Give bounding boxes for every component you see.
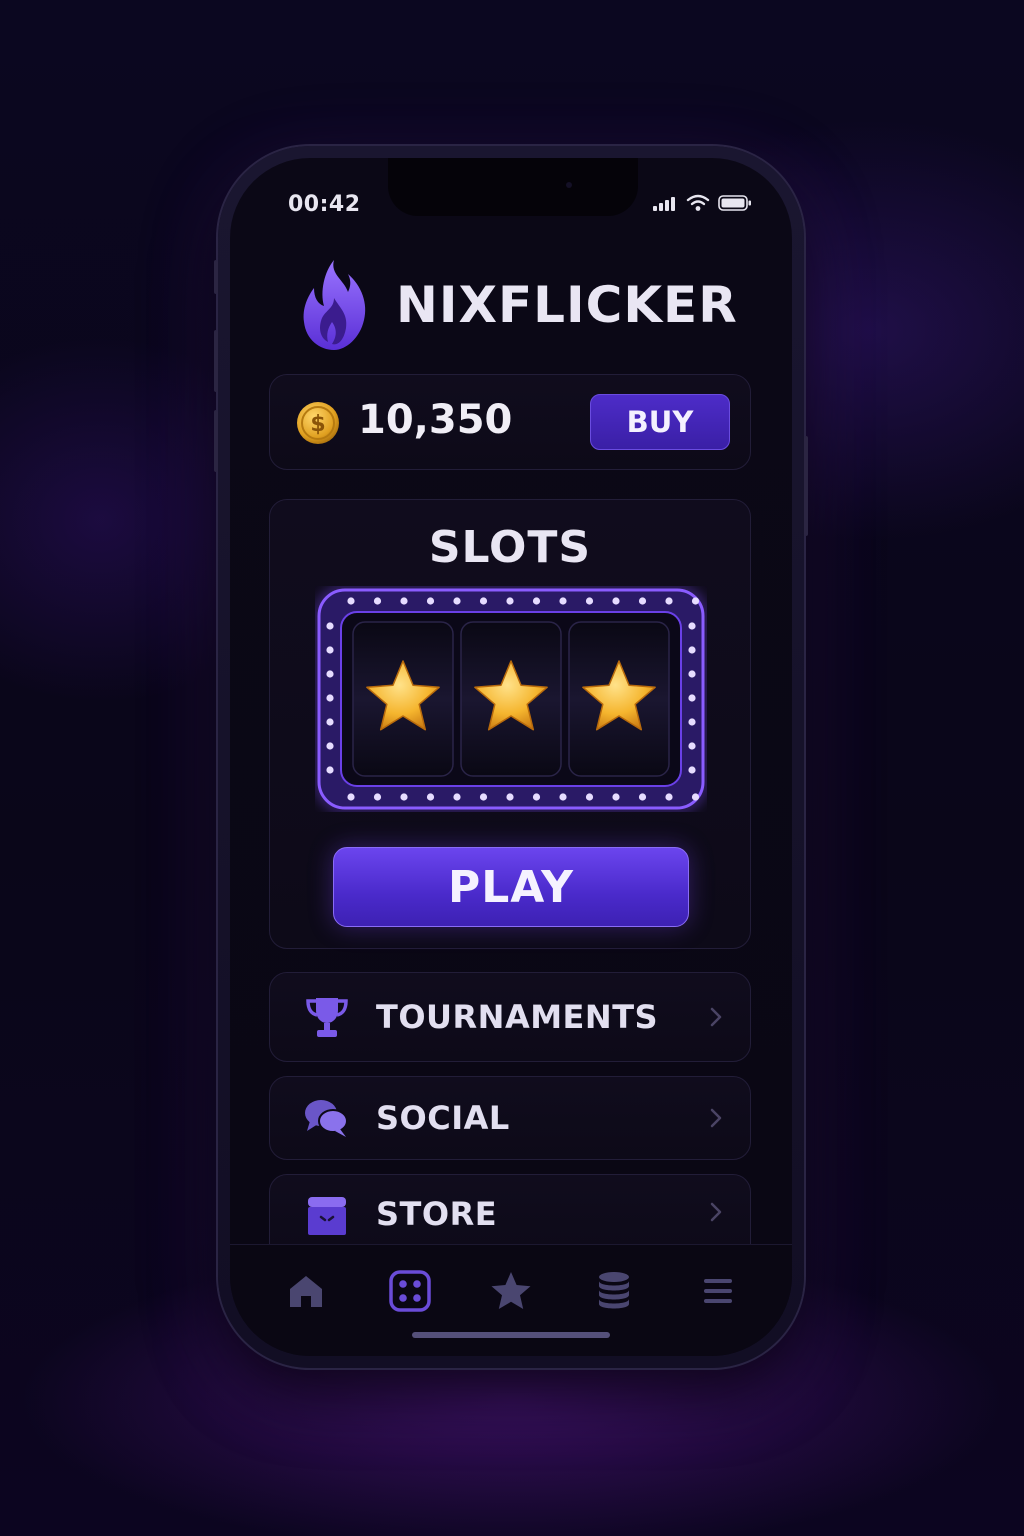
balance-card: $ 10,350 BUY xyxy=(269,374,751,470)
marquee-bulb xyxy=(691,597,700,605)
marquee-bulb xyxy=(688,766,696,774)
marquee-bulb xyxy=(612,793,620,801)
marquee-bulb xyxy=(453,793,461,801)
brand-header: NIXFLICKER xyxy=(300,258,738,352)
marquee-bulb xyxy=(326,694,334,702)
marquee-bulb xyxy=(638,597,647,605)
menu-item-social[interactable]: SOCIAL xyxy=(269,1076,751,1160)
volume-up-button xyxy=(214,330,218,392)
marquee-bulb xyxy=(688,742,696,750)
tab-favorites[interactable] xyxy=(487,1267,535,1315)
marquee-bulb xyxy=(373,793,382,801)
marquee-bulb xyxy=(559,793,567,801)
menu-item-tournaments[interactable]: TOURNAMENTS xyxy=(269,972,751,1062)
marquee-bulb xyxy=(506,793,514,801)
coin-balance: 10,350 xyxy=(358,397,513,443)
marquee-bulb xyxy=(373,597,382,605)
status-time: 00:42 xyxy=(288,192,361,217)
dollar-coin-icon: $ xyxy=(297,402,339,444)
flame-icon xyxy=(303,260,366,350)
volume-down-button xyxy=(214,410,218,472)
slot-machine xyxy=(315,586,707,812)
marquee-bulb xyxy=(426,793,435,801)
marquee-bulb xyxy=(326,622,334,630)
svg-text:$: $ xyxy=(310,412,325,437)
menu-label-store: STORE xyxy=(376,1195,498,1233)
chat-bubbles-icon xyxy=(302,1093,352,1143)
buy-coins-button[interactable]: BUY xyxy=(590,394,730,450)
menu-label-social: SOCIAL xyxy=(376,1099,510,1137)
marquee-bulb xyxy=(585,793,594,801)
star-icon xyxy=(491,1272,531,1309)
bottom-tab-bar xyxy=(230,1244,792,1356)
store-icon xyxy=(302,1191,352,1241)
marquee-bulb xyxy=(688,718,696,726)
tab-coins[interactable] xyxy=(590,1267,638,1315)
marquee-bulb xyxy=(665,597,673,605)
marquee-bulb xyxy=(585,597,594,605)
wifi-icon xyxy=(686,194,710,211)
chevron-right-icon xyxy=(710,1108,722,1128)
marquee-bulb xyxy=(688,694,696,702)
marquee-bulb xyxy=(688,622,696,630)
marquee-bulb xyxy=(326,670,334,678)
tab-menu[interactable] xyxy=(694,1267,742,1315)
power-button xyxy=(804,436,808,536)
marquee-bulb xyxy=(400,597,408,605)
chevron-right-icon xyxy=(710,1202,722,1222)
marquee-bulb xyxy=(426,597,435,605)
marquee-bulb xyxy=(479,597,488,605)
menu-icon xyxy=(704,1279,732,1303)
signal-icon xyxy=(653,197,675,211)
silent-switch xyxy=(214,260,218,294)
marquee-bulb xyxy=(347,793,355,801)
marquee-bulb xyxy=(479,793,488,801)
marquee-bulb xyxy=(453,597,461,605)
app-screen: 00:42 NIXFLICKER $ 10,350 BUY SLOTS PLAY… xyxy=(230,158,792,1356)
slots-title: SLOTS xyxy=(428,522,592,573)
home-indicator xyxy=(412,1332,610,1338)
marquee-bulb xyxy=(559,597,567,605)
front-camera xyxy=(566,182,572,188)
home-icon xyxy=(290,1276,322,1307)
marquee-bulb xyxy=(638,793,647,801)
battery-icon xyxy=(718,195,751,211)
marquee-bulb xyxy=(532,597,541,605)
tab-home[interactable] xyxy=(282,1267,330,1315)
marquee-bulb xyxy=(688,646,696,654)
dice-icon xyxy=(389,1270,431,1312)
marquee-bulb xyxy=(506,597,514,605)
coin-stack-icon xyxy=(599,1272,629,1309)
marquee-bulb xyxy=(326,718,334,726)
marquee-bulb xyxy=(665,793,673,801)
phone-frame: 00:42 NIXFLICKER $ 10,350 BUY SLOTS PLAY… xyxy=(214,146,808,1368)
marquee-bulb xyxy=(612,597,620,605)
marquee-bulb xyxy=(326,646,334,654)
marquee-bulb xyxy=(326,742,334,750)
marquee-bulb xyxy=(400,793,408,801)
trophy-icon xyxy=(302,992,352,1042)
play-button[interactable]: PLAY xyxy=(333,847,689,927)
app-title: NIXFLICKER xyxy=(396,276,738,334)
tab-games[interactable] xyxy=(386,1267,434,1315)
marquee-bulb xyxy=(326,766,334,774)
marquee-bulb xyxy=(688,670,696,678)
marquee-bulb xyxy=(347,597,355,605)
marquee-bulb xyxy=(691,793,700,801)
slots-card: SLOTS PLAY xyxy=(269,499,751,949)
notch xyxy=(388,158,638,216)
chevron-right-icon xyxy=(710,1007,722,1027)
status-icons xyxy=(652,194,752,212)
marquee-bulb xyxy=(532,793,541,801)
menu-label-tournaments: TOURNAMENTS xyxy=(376,998,659,1036)
